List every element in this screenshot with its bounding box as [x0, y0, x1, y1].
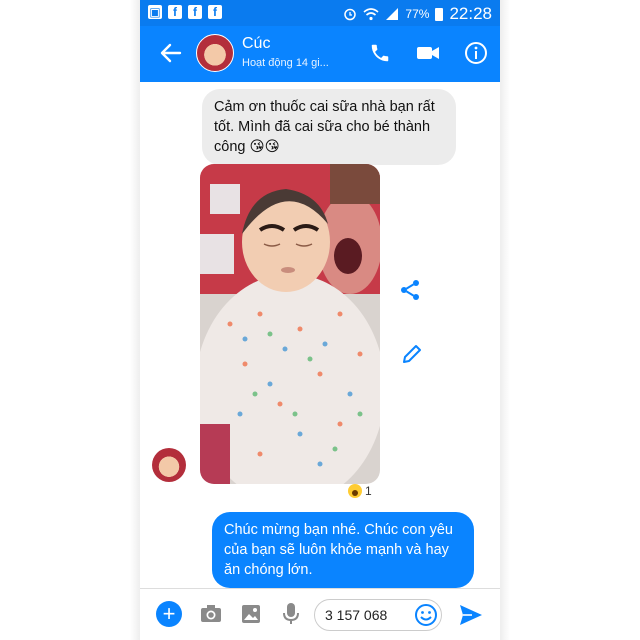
battery-icon — [435, 7, 444, 21]
facebook-icon: f — [168, 5, 182, 19]
wifi-icon — [363, 8, 379, 21]
contact-status: Hoạt động 14 gi... — [242, 57, 329, 69]
right-margin — [500, 0, 510, 640]
phone-call-icon[interactable] — [366, 39, 394, 67]
facebook-icon: f — [208, 5, 222, 19]
alarm-icon — [344, 8, 357, 21]
plus-icon[interactable]: + — [156, 601, 182, 627]
gallery-icon: ▣ — [148, 5, 162, 19]
reaction-badge[interactable]: 1 — [348, 484, 372, 498]
left-margin — [130, 0, 140, 640]
shared-photo[interactable] — [200, 164, 380, 484]
share-icon[interactable] — [398, 278, 422, 302]
microphone-icon[interactable] — [278, 601, 304, 627]
info-icon[interactable] — [462, 39, 490, 67]
chat-header: Cúc Hoạt động 14 gi... — [140, 26, 500, 82]
message-composer: + — [140, 588, 500, 640]
gallery-image-icon[interactable] — [238, 601, 264, 627]
signal-icon — [386, 8, 399, 20]
clock: 22:28 — [449, 4, 492, 23]
incoming-message[interactable]: Cảm ơn thuốc cai sữa nhà bạn rất tốt. Mì… — [202, 89, 456, 165]
phone-screen: ▣ f f f 77% 22:28 Cúc Hoạt động 14 gi... — [140, 0, 500, 640]
status-bar: ▣ f f f 77% 22:28 — [140, 0, 500, 26]
contact-name[interactable]: Cúc — [242, 35, 270, 53]
video-call-icon[interactable] — [414, 39, 442, 67]
wow-reaction-icon — [348, 484, 362, 498]
sender-avatar — [152, 448, 186, 482]
send-icon[interactable] — [458, 602, 484, 628]
camera-icon[interactable] — [198, 601, 224, 627]
contact-avatar[interactable] — [196, 34, 234, 72]
emoji-icon[interactable] — [414, 603, 438, 627]
conversation: Cảm ơn thuốc cai sữa nhà bạn rất tốt. Mì… — [140, 82, 500, 588]
reaction-count: 1 — [365, 484, 372, 498]
outgoing-message[interactable]: Chúc mừng bạn nhé. Chúc con yêu của bạn … — [212, 512, 474, 588]
battery-percent: 77% — [405, 7, 430, 21]
back-arrow-icon[interactable] — [158, 40, 184, 66]
edit-pencil-icon[interactable] — [400, 342, 424, 366]
facebook-icon: f — [188, 5, 202, 19]
